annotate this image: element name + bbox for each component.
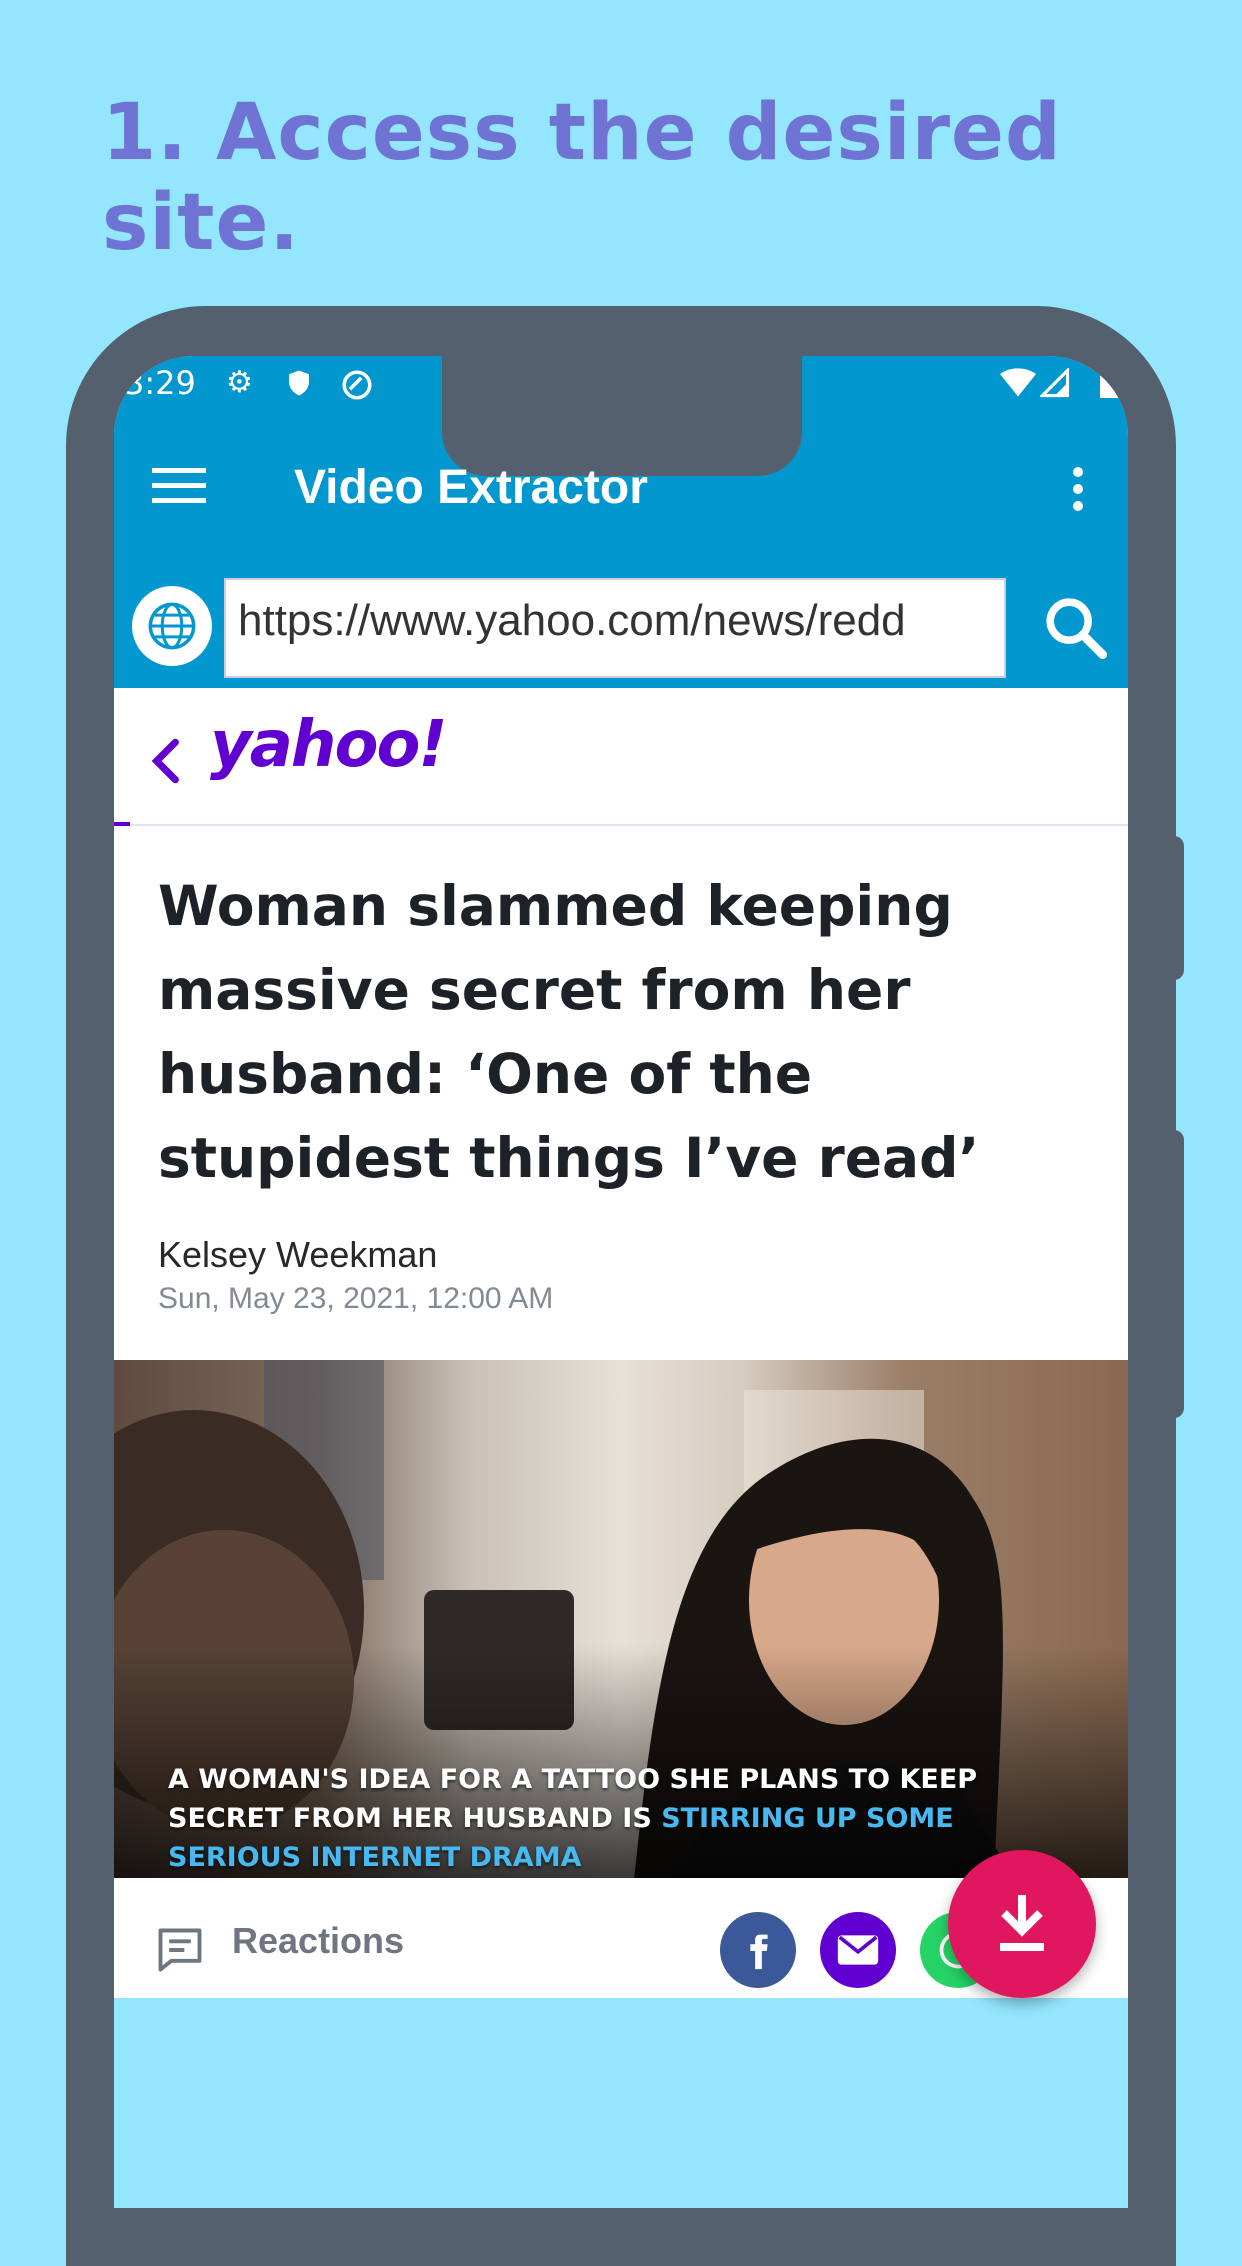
globe-icon[interactable] — [132, 586, 212, 666]
yahoo-logo[interactable]: yahoo! — [210, 708, 448, 782]
page-headline: 1. Access the desired site. — [102, 88, 1062, 268]
kicker-mask — [114, 826, 1128, 852]
article-title: Woman slammed keeping massive secret fro… — [158, 874, 980, 1190]
signal-icon — [1038, 366, 1070, 404]
comment-icon[interactable] — [154, 1924, 206, 1980]
facebook-icon[interactable] — [720, 1912, 796, 1988]
status-time: 3:29 — [124, 364, 196, 402]
hamburger-menu-icon[interactable] — [152, 466, 206, 510]
url-bar: https://www.yahoo.com/news/redd — [114, 560, 1128, 688]
gear-icon: ⚙ — [226, 365, 253, 400]
more-vert-icon[interactable] — [1070, 466, 1086, 516]
download-fab[interactable] — [948, 1850, 1096, 1998]
article-date: Sun, May 23, 2021, 12:00 AM — [158, 1282, 554, 1315]
app-bar: 3:29 ⚙ Video Extractor — [114, 356, 1128, 560]
video-player[interactable]: A WOMAN'S IDEA FOR A TATTOO SHE PLANS TO… — [114, 1360, 1128, 1878]
yahoo-header: yahoo! — [114, 688, 1128, 826]
camera-notch — [442, 356, 802, 476]
data-saver-icon — [340, 368, 374, 408]
video-caption: A WOMAN'S IDEA FOR A TATTOO SHE PLANS TO… — [168, 1760, 1028, 1877]
search-icon[interactable] — [1040, 592, 1110, 666]
article-author[interactable]: Kelsey Weekman — [158, 1234, 437, 1276]
url-input[interactable]: https://www.yahoo.com/news/redd — [224, 578, 1006, 678]
phone-side-button-lower — [1170, 1130, 1184, 1418]
phone-side-button-upper — [1170, 836, 1184, 980]
chevron-left-icon[interactable] — [150, 736, 182, 790]
webview: yahoo! Woman slammed keeping massive sec… — [114, 688, 1128, 1998]
shield-icon — [284, 368, 314, 404]
mail-icon[interactable] — [820, 1912, 896, 1988]
battery-icon — [1090, 368, 1120, 404]
wifi-icon — [1000, 368, 1036, 404]
app-title: Video Extractor — [294, 461, 648, 514]
reactions-label[interactable]: Reactions — [232, 1920, 404, 1962]
download-icon — [994, 1891, 1050, 1957]
